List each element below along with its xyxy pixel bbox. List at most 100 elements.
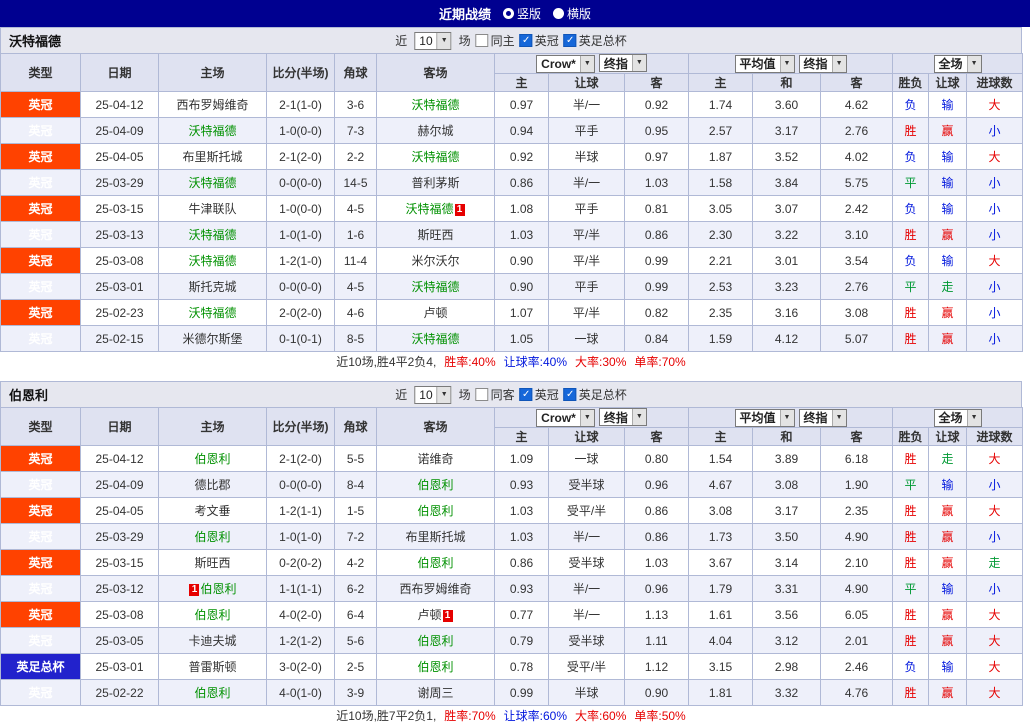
team-name-text[interactable]: 斯托克城	[188, 280, 236, 294]
team-name-text[interactable]: 伯恩利	[200, 582, 236, 596]
team-name-text[interactable]: 赫尔城	[417, 124, 453, 138]
page-title: 近期战绩	[438, 7, 491, 22]
score-cell[interactable]: 1-2(1-0)	[266, 247, 335, 274]
team-name-text[interactable]: 布里斯托城	[182, 150, 242, 164]
full-match-select[interactable]: 全场 ▼	[933, 54, 982, 73]
team-name-text[interactable]: 伯恩利	[194, 686, 230, 700]
avg-home-cell: 1.58	[688, 169, 753, 196]
same-away-checkbox[interactable]: 同客	[475, 386, 515, 403]
score-cell[interactable]: 1-2(1-2)	[266, 627, 335, 654]
team-name-text[interactable]: 沃特福德	[411, 150, 459, 164]
handicap-cell: 平/半	[548, 221, 625, 248]
final-odds-select[interactable]: 终指 ▼	[598, 54, 647, 73]
score-cell[interactable]: 2-0(2-0)	[266, 299, 335, 326]
team-name-text[interactable]: 伯恩利	[194, 530, 230, 544]
score-cell[interactable]: 2-1(1-0)	[266, 91, 335, 118]
recent-count-select[interactable]: 10 ▼	[414, 31, 452, 50]
avg-away-cell: 2.01	[819, 627, 894, 654]
team-name-text[interactable]: 西布罗姆维奇	[176, 98, 248, 112]
bookmaker-select[interactable]: Crow* ▼	[536, 54, 595, 73]
recent-count-select[interactable]: 10 ▼	[414, 385, 452, 404]
team-name-text[interactable]: 米德尔斯堡	[182, 332, 242, 346]
home-odds-cell: 1.03	[494, 523, 549, 550]
away-team-cell: 沃特福德	[376, 91, 495, 118]
score-cell[interactable]: 4-0(1-0)	[266, 679, 335, 706]
league-championship-checkbox[interactable]: ✓ 英冠	[519, 32, 559, 49]
team-name-text[interactable]: 沃特福德	[188, 306, 236, 320]
fa-cup-checkbox[interactable]: ✓ 英足总杯	[563, 32, 627, 49]
team-name-text[interactable]: 沃特福德	[188, 254, 236, 268]
team-name-text[interactable]: 卡迪夫城	[188, 634, 236, 648]
score-cell[interactable]: 0-0(0-0)	[266, 169, 335, 196]
team-name-text[interactable]: 伯恩利	[194, 452, 230, 466]
score-cell[interactable]: 0-2(0-2)	[266, 549, 335, 576]
average-odds-select[interactable]: 平均值 ▼	[734, 54, 795, 73]
score-cell[interactable]: 1-2(1-1)	[266, 497, 335, 524]
team-name-text[interactable]: 布里斯托城	[405, 530, 465, 544]
layout-radio-horizontal[interactable]: 横版	[553, 5, 591, 22]
score-cell[interactable]: 2-1(2-0)	[266, 445, 335, 472]
layout-radio-vertical[interactable]: 竖版	[502, 5, 541, 22]
same-home-checkbox[interactable]: 同主	[475, 32, 515, 49]
team-name-text[interactable]: 伯恩利	[417, 660, 453, 674]
team-name-text[interactable]: 沃特福德	[411, 332, 459, 346]
score-cell[interactable]: 1-1(1-1)	[266, 575, 335, 602]
score-cell[interactable]: 0-0(0-0)	[266, 273, 335, 300]
handicap-result-cell: 赢	[928, 117, 968, 144]
team-name-text[interactable]: 斯旺西	[417, 228, 453, 242]
score-cell[interactable]: 2-1(2-0)	[266, 143, 335, 170]
date-cell: 25-02-22	[80, 679, 159, 706]
col-header-3: 比分(半场)	[266, 53, 335, 92]
score-cell[interactable]: 1-0(0-0)	[266, 117, 335, 144]
team-name-text[interactable]: 普雷斯顿	[188, 660, 236, 674]
team-name-text[interactable]: 沃特福德	[411, 98, 459, 112]
home-team-cell: 斯旺西	[158, 549, 267, 576]
team-name-text[interactable]: 沃特福德	[188, 124, 236, 138]
score-cell[interactable]: 0-0(0-0)	[266, 471, 335, 498]
goals-result-cell: 小	[966, 117, 1024, 144]
score-cell[interactable]: 4-0(2-0)	[266, 601, 335, 628]
final-odds-select[interactable]: 终指 ▼	[598, 408, 647, 427]
average-final-odds-select[interactable]: 终指 ▼	[798, 54, 847, 73]
score-cell[interactable]: 1-0(0-0)	[266, 195, 335, 222]
league-championship-checkbox[interactable]: ✓ 英冠	[519, 386, 559, 403]
team-name-text[interactable]: 卢顿	[417, 608, 441, 622]
chevron-down-icon: ▼	[831, 409, 846, 426]
team-name-text[interactable]: 卢顿	[423, 306, 447, 320]
score-cell[interactable]: 0-1(0-1)	[266, 325, 335, 352]
result-cell: 负	[892, 143, 930, 170]
team-name-text[interactable]: 伯恩利	[417, 478, 453, 492]
fa-cup-checkbox[interactable]: ✓ 英足总杯	[563, 386, 627, 403]
team-name-text[interactable]: 米尔沃尔	[411, 254, 459, 268]
avg-away-cell: 4.62	[819, 91, 894, 118]
result-cell: 胜	[892, 117, 930, 144]
score-cell[interactable]: 1-0(1-0)	[266, 523, 335, 550]
team-name-text[interactable]: 西布罗姆维奇	[399, 582, 471, 596]
team-name-text[interactable]: 伯恩利	[417, 556, 453, 570]
team-name-text[interactable]: 伯恩利	[194, 608, 230, 622]
team-name-text[interactable]: 斯旺西	[194, 556, 230, 570]
sub-header-3: 主	[688, 73, 753, 92]
average-final-odds-select[interactable]: 终指 ▼	[798, 408, 847, 427]
score-cell[interactable]: 3-0(2-0)	[266, 653, 335, 680]
team-name-text[interactable]: 德比郡	[194, 478, 230, 492]
corners-cell: 5-5	[334, 445, 377, 472]
team-name-text[interactable]: 诺维奇	[417, 452, 453, 466]
team-name-text[interactable]: 伯恩利	[417, 634, 453, 648]
average-odds-select[interactable]: 平均值 ▼	[734, 408, 795, 427]
team-name-text[interactable]: 伯恩利	[417, 504, 453, 518]
team-name-text[interactable]: 沃特福德	[405, 202, 453, 216]
team-name-text[interactable]: 沃特福德	[411, 280, 459, 294]
team-name-text[interactable]: 考文垂	[194, 504, 230, 518]
home-odds-cell: 0.97	[494, 91, 549, 118]
sub-header-1: 让球	[548, 73, 625, 92]
team-name-text[interactable]: 牛津联队	[188, 202, 236, 216]
team-name-text[interactable]: 沃特福德	[188, 228, 236, 242]
full-match-select[interactable]: 全场 ▼	[933, 408, 982, 427]
score-cell[interactable]: 1-0(1-0)	[266, 221, 335, 248]
team-name-text[interactable]: 谢周三	[417, 686, 453, 700]
home-odds-cell: 0.79	[494, 627, 549, 654]
team-name-text[interactable]: 普利茅斯	[411, 176, 459, 190]
team-name-text[interactable]: 沃特福德	[188, 176, 236, 190]
bookmaker-select[interactable]: Crow* ▼	[536, 408, 595, 427]
